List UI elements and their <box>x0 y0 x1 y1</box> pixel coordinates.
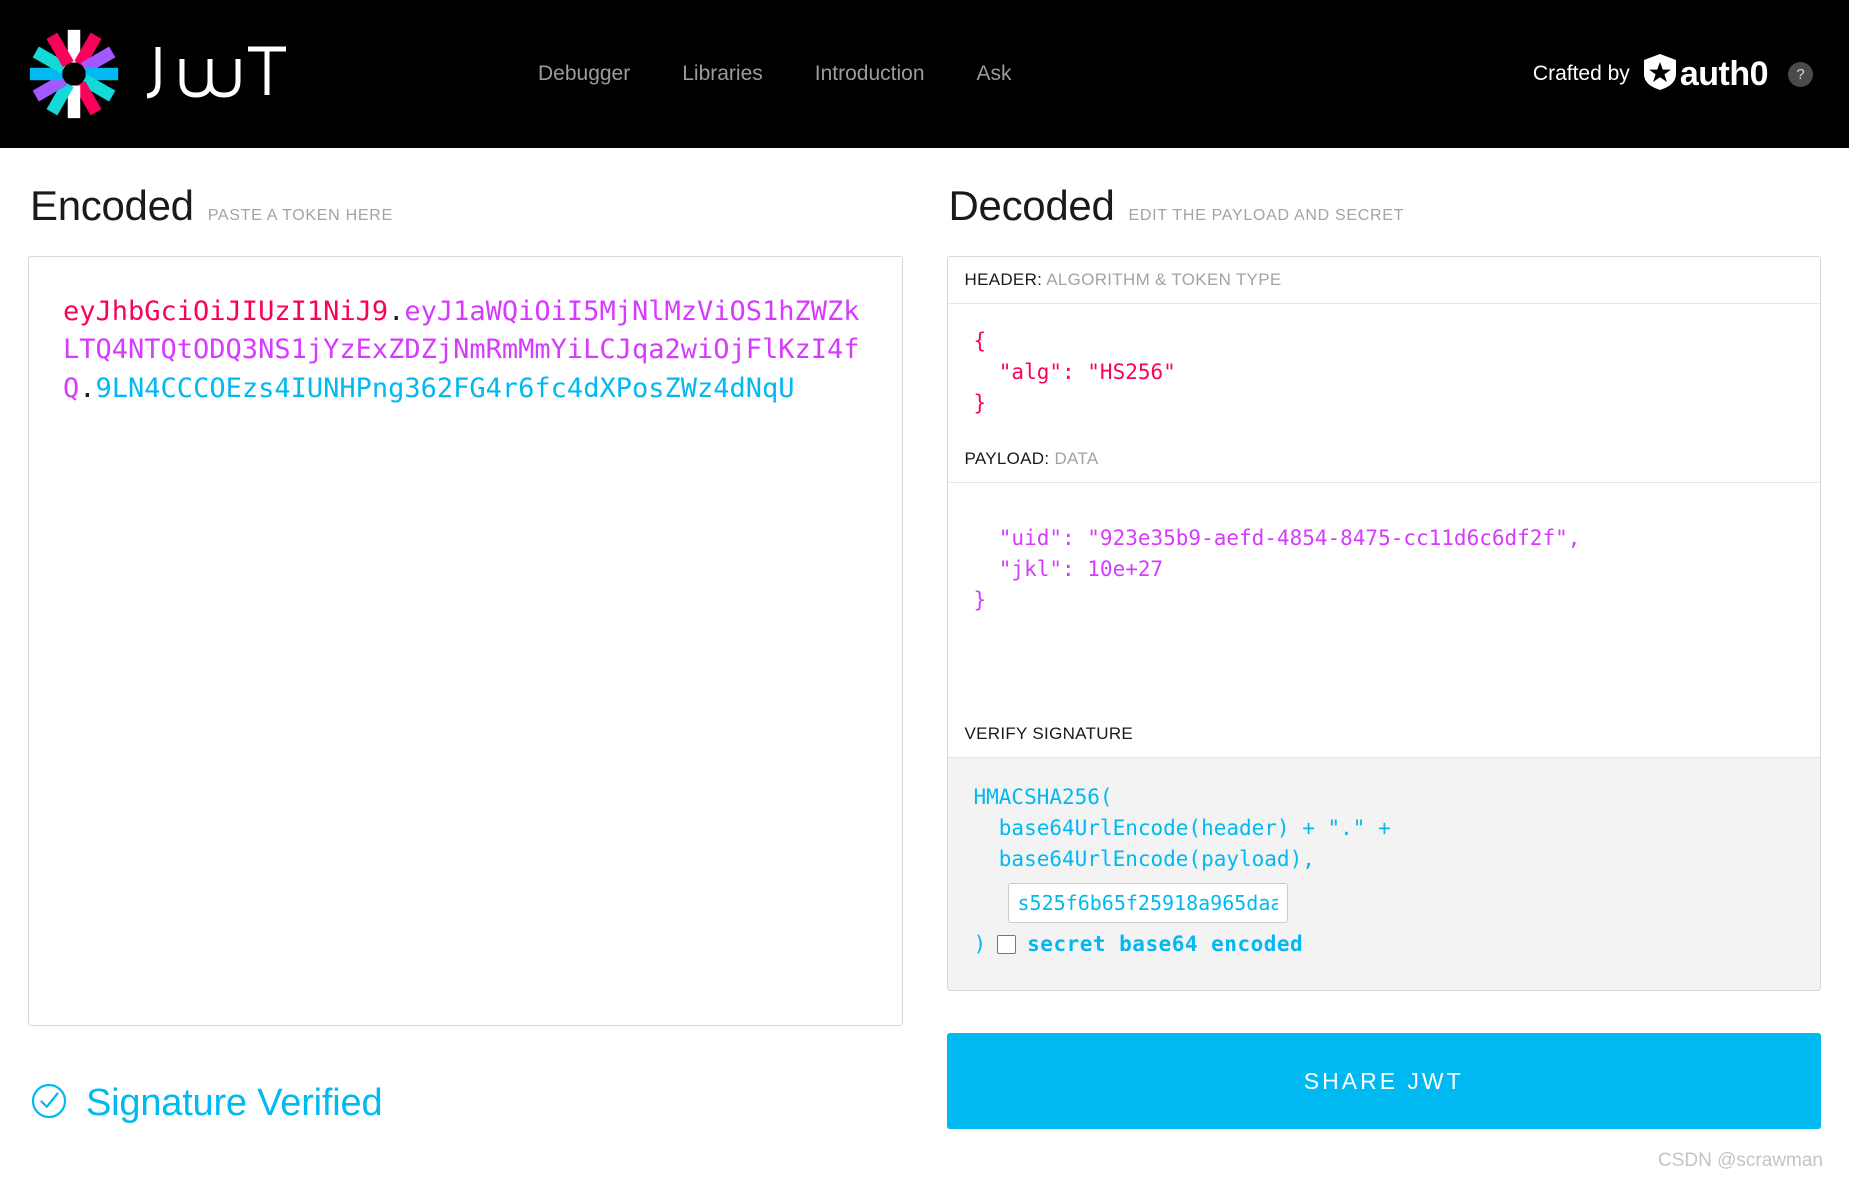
hmac-line-2: base64UrlEncode(header) + "." + <box>973 816 1391 841</box>
jwt-wordmark <box>144 43 294 105</box>
brand-logo[interactable] <box>26 26 294 122</box>
signature-editor: HMACSHA256( base64UrlEncode(header) + ".… <box>947 758 1820 991</box>
decoded-title: Decoded <box>948 182 1115 229</box>
signature-status: Signature Verified <box>28 1082 903 1125</box>
share-jwt-button[interactable]: SHARE JWT <box>946 1033 1821 1130</box>
crafted-by-block: Crafted by auth0 ? <box>1533 53 1813 96</box>
decoded-heading: Decoded EDIT THE PAYLOAD AND SECRET <box>947 182 1822 230</box>
encoded-column: Encoded PASTE A TOKEN HERE eyJhbGciOiJIU… <box>28 182 903 1129</box>
site-header: Debugger Libraries Introduction Ask Craf… <box>0 0 1849 148</box>
base64-row: ) secret base64 encoded <box>974 929 1795 960</box>
nav-item-ask[interactable]: Ask <box>977 62 1012 86</box>
auth0-wordmark: auth0 <box>1679 55 1769 93</box>
secret-row <box>1007 883 1795 924</box>
encoded-heading: Encoded PASTE A TOKEN HERE <box>28 182 903 230</box>
token-separator-2: . <box>79 372 96 404</box>
secret-base64-label: secret base64 encoded <box>1027 932 1304 957</box>
crafted-by-label: Crafted by <box>1532 62 1630 85</box>
token-separator-1: . <box>388 296 405 327</box>
header-section-label: HEADER: ALGORITHM & TOKEN TYPE <box>947 257 1820 304</box>
header-label-strong: HEADER: <box>964 270 1043 289</box>
nav-item-libraries[interactable]: Libraries <box>682 62 763 86</box>
closing-paren: ) <box>973 932 987 957</box>
verify-signature-label: VERIFY SIGNATURE <box>964 724 1134 743</box>
help-icon[interactable]: ? <box>1788 61 1813 87</box>
decoded-subtitle: EDIT THE PAYLOAD AND SECRET <box>1128 207 1405 224</box>
payload-label-strong: PAYLOAD: <box>964 449 1050 468</box>
signature-verified-label: Signature Verified <box>86 1082 383 1124</box>
circle-check-icon <box>30 1082 68 1125</box>
signature-section-label: VERIFY SIGNATURE <box>947 711 1820 758</box>
auth0-badge-icon <box>1643 53 1677 96</box>
encoded-title: Encoded <box>30 182 194 229</box>
hmac-line-3: base64UrlEncode(payload), <box>973 847 1315 872</box>
nav-item-debugger[interactable]: Debugger <box>538 62 630 86</box>
encoded-subtitle: PASTE A TOKEN HERE <box>207 207 393 224</box>
watermark: CSDN @scrawman <box>1658 1150 1823 1171</box>
secret-base64-checkbox[interactable] <box>997 935 1017 955</box>
decoded-column: Decoded EDIT THE PAYLOAD AND SECRET HEAD… <box>946 182 1822 1130</box>
secret-input[interactable] <box>1007 883 1288 924</box>
payload-json-editor[interactable]: "uid": "923e35b9-aefd-4854-8475-cc11d6c6… <box>948 483 1821 711</box>
header-label-muted: ALGORITHM & TOKEN TYPE <box>1046 270 1282 289</box>
nav-item-introduction[interactable]: Introduction <box>815 62 925 86</box>
jwt-logo-icon <box>26 26 122 122</box>
encoded-token-input[interactable]: eyJhbGciOiJIUzI1NiJ9.eyJ1aWQiOiI5MjNlMzV… <box>28 256 903 1026</box>
payload-section-label: PAYLOAD: DATA <box>947 436 1820 483</box>
token-signature-segment: 9LN4CCCOEzs4IUNHPng362FG4r6fc4dXPosZWz4d… <box>95 372 795 404</box>
jwt-token-text[interactable]: eyJhbGciOiJIUzI1NiJ9.eyJ1aWQiOiI5MjNlMzV… <box>63 293 868 408</box>
hmac-line-1: HMACSHA256( <box>973 785 1113 809</box>
auth0-lockup[interactable]: auth0 <box>1643 53 1769 96</box>
main-nav: Debugger Libraries Introduction Ask <box>538 62 1012 86</box>
decoded-panel: HEADER: ALGORITHM & TOKEN TYPE { "alg": … <box>946 256 1821 992</box>
payload-label-muted: DATA <box>1054 449 1099 468</box>
main-content: Encoded PASTE A TOKEN HERE eyJhbGciOiJIU… <box>0 148 1849 1130</box>
header-json-editor[interactable]: { "alg": "HS256" } <box>948 304 1821 436</box>
token-header-segment: eyJhbGciOiJIUzI1NiJ9 <box>63 296 389 327</box>
